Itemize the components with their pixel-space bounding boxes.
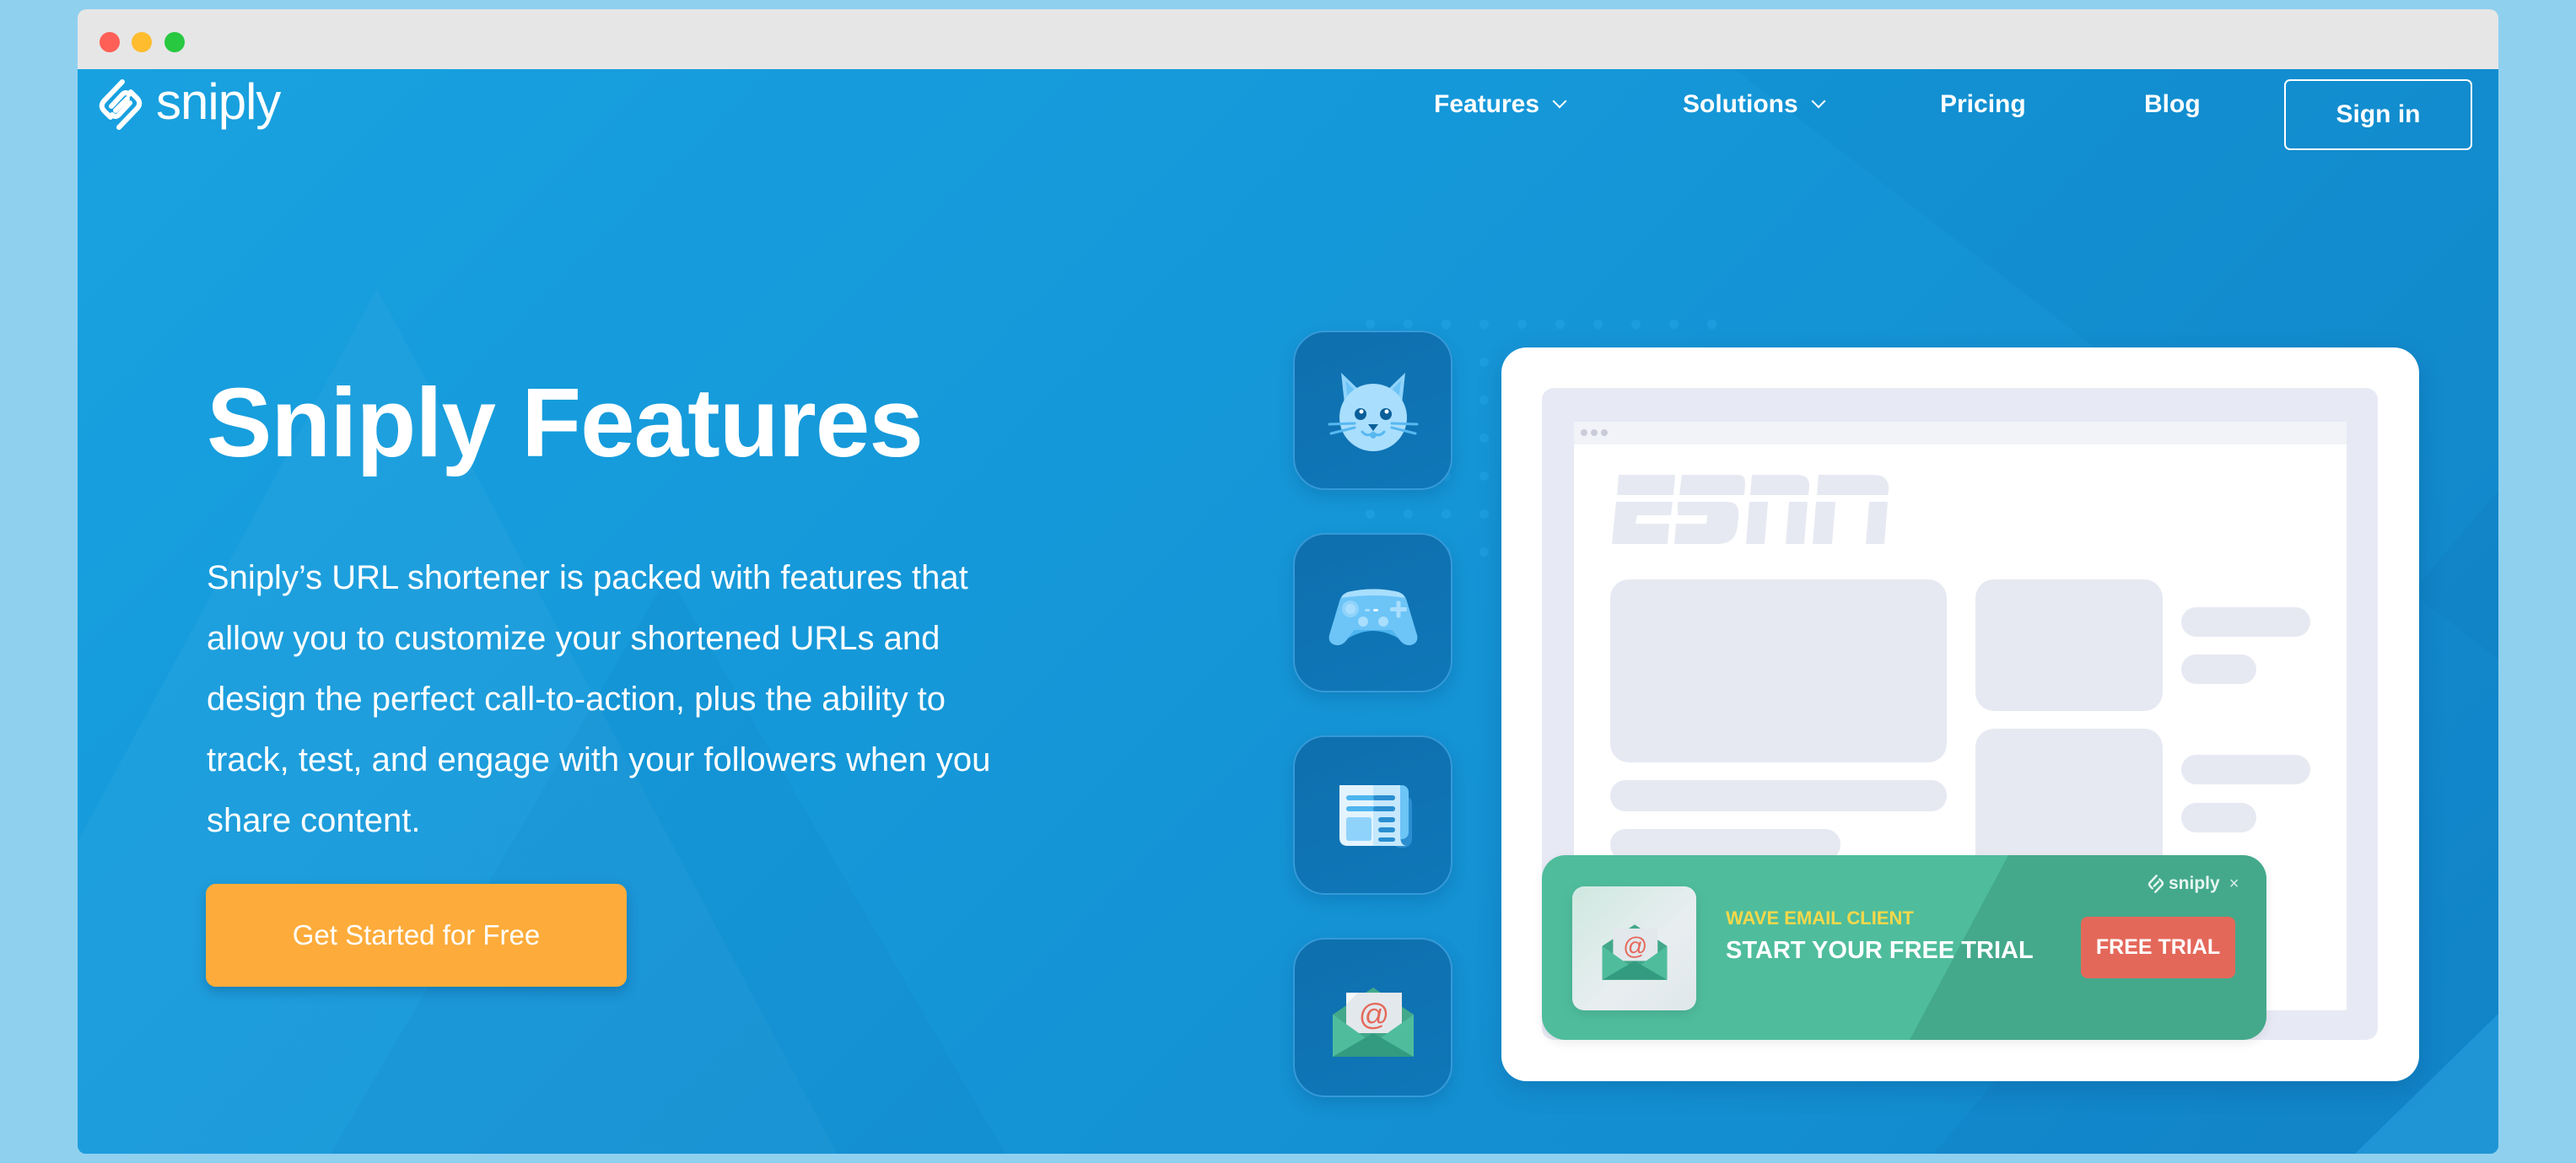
hero-description-line: design the perfect call-to-action, plus … [207, 681, 946, 718]
mockup-window-dot [1581, 429, 1587, 436]
feature-tile-email: @ [1293, 938, 1452, 1097]
nav-blog[interactable]: Blog [2144, 69, 2201, 140]
chevron-down-icon [1811, 94, 1826, 109]
nav-solutions[interactable]: Solutions [1683, 69, 1826, 140]
nav-pricing[interactable]: Pricing [1940, 69, 2026, 140]
close-window-button[interactable] [100, 32, 120, 52]
banner-sniply-branding: sniply × [2148, 872, 2239, 896]
mockup-window-dot [1591, 429, 1598, 436]
sniply-link-logo-icon [99, 79, 143, 130]
hero-description-line: track, test, and engage with your follow… [207, 741, 991, 778]
chevron-down-icon [1552, 94, 1567, 109]
placeholder-text-line [2181, 755, 2310, 784]
banner-brand-name: sniply [2169, 874, 2220, 893]
hero-description-line: Sniply’s URL shortener is packed with fe… [207, 559, 968, 596]
sniply-cta-banner: @ WAVE EMAIL CLIENT START YOUR FREE TRIA… [1542, 855, 2266, 1040]
espn-logo: ESPN [1612, 475, 1889, 544]
close-icon[interactable]: × [2229, 875, 2239, 894]
minimize-window-button[interactable] [132, 32, 152, 52]
hero-description-line: share content. [207, 802, 421, 839]
window-titlebar [78, 9, 2498, 69]
hero-description-line: allow you to customize your shortened UR… [207, 620, 940, 657]
placeholder-text-line [2181, 607, 2310, 637]
brand-name: sniply [156, 73, 281, 130]
hero-page: sniply Features Solutions Pricing Blog S… [78, 69, 2498, 1154]
placeholder-text-line [2181, 803, 2256, 832]
cat-icon [1328, 372, 1418, 451]
placeholder-text-line [2181, 654, 2256, 684]
mockup-window-dot [1601, 429, 1608, 436]
nav-features-label: Features [1434, 90, 1540, 118]
placeholder-text-line [1610, 780, 1947, 811]
email-envelope-icon: @ [1332, 987, 1414, 1057]
nav-solutions-label: Solutions [1683, 90, 1798, 118]
feature-tile-newspaper [1293, 735, 1452, 895]
gamepad-icon [1328, 589, 1417, 645]
feature-tile-cat [1293, 331, 1452, 490]
zoom-window-button[interactable] [164, 32, 185, 52]
placeholder-thumbnail [1975, 579, 2163, 711]
hero-description: Sniply’s URL shortener is packed with fe… [207, 547, 990, 851]
free-trial-button[interactable]: FREE TRIAL [2081, 917, 2235, 978]
newspaper-icon [1339, 784, 1412, 848]
mockup-card: ESPN [1501, 347, 2419, 1081]
nav-blog-label: Blog [2144, 90, 2201, 118]
nav-features[interactable]: Features [1434, 69, 1567, 140]
feature-tile-gamepad [1293, 533, 1452, 692]
mockup-toolbar [1574, 422, 2347, 444]
banner-image: @ [1572, 886, 1696, 1010]
sniply-link-logo-icon [2148, 875, 2164, 893]
brand-logo[interactable]: sniply [97, 73, 281, 131]
email-envelope-icon: @ [1602, 923, 1667, 980]
get-started-button[interactable]: Get Started for Free [206, 884, 627, 987]
browser-window: sniply Features Solutions Pricing Blog S… [78, 9, 2498, 1154]
placeholder-hero-image [1610, 579, 1947, 762]
sign-in-button[interactable]: Sign in [2284, 79, 2472, 150]
svg-text:@: @ [1623, 933, 1647, 960]
page-title: Sniply Features [207, 368, 924, 477]
nav-pricing-label: Pricing [1940, 90, 2026, 118]
svg-text:@: @ [1358, 997, 1389, 1031]
banner-title: START YOUR FREE TRIAL [1726, 937, 2034, 964]
banner-eyebrow: WAVE EMAIL CLIENT [1726, 907, 1914, 929]
